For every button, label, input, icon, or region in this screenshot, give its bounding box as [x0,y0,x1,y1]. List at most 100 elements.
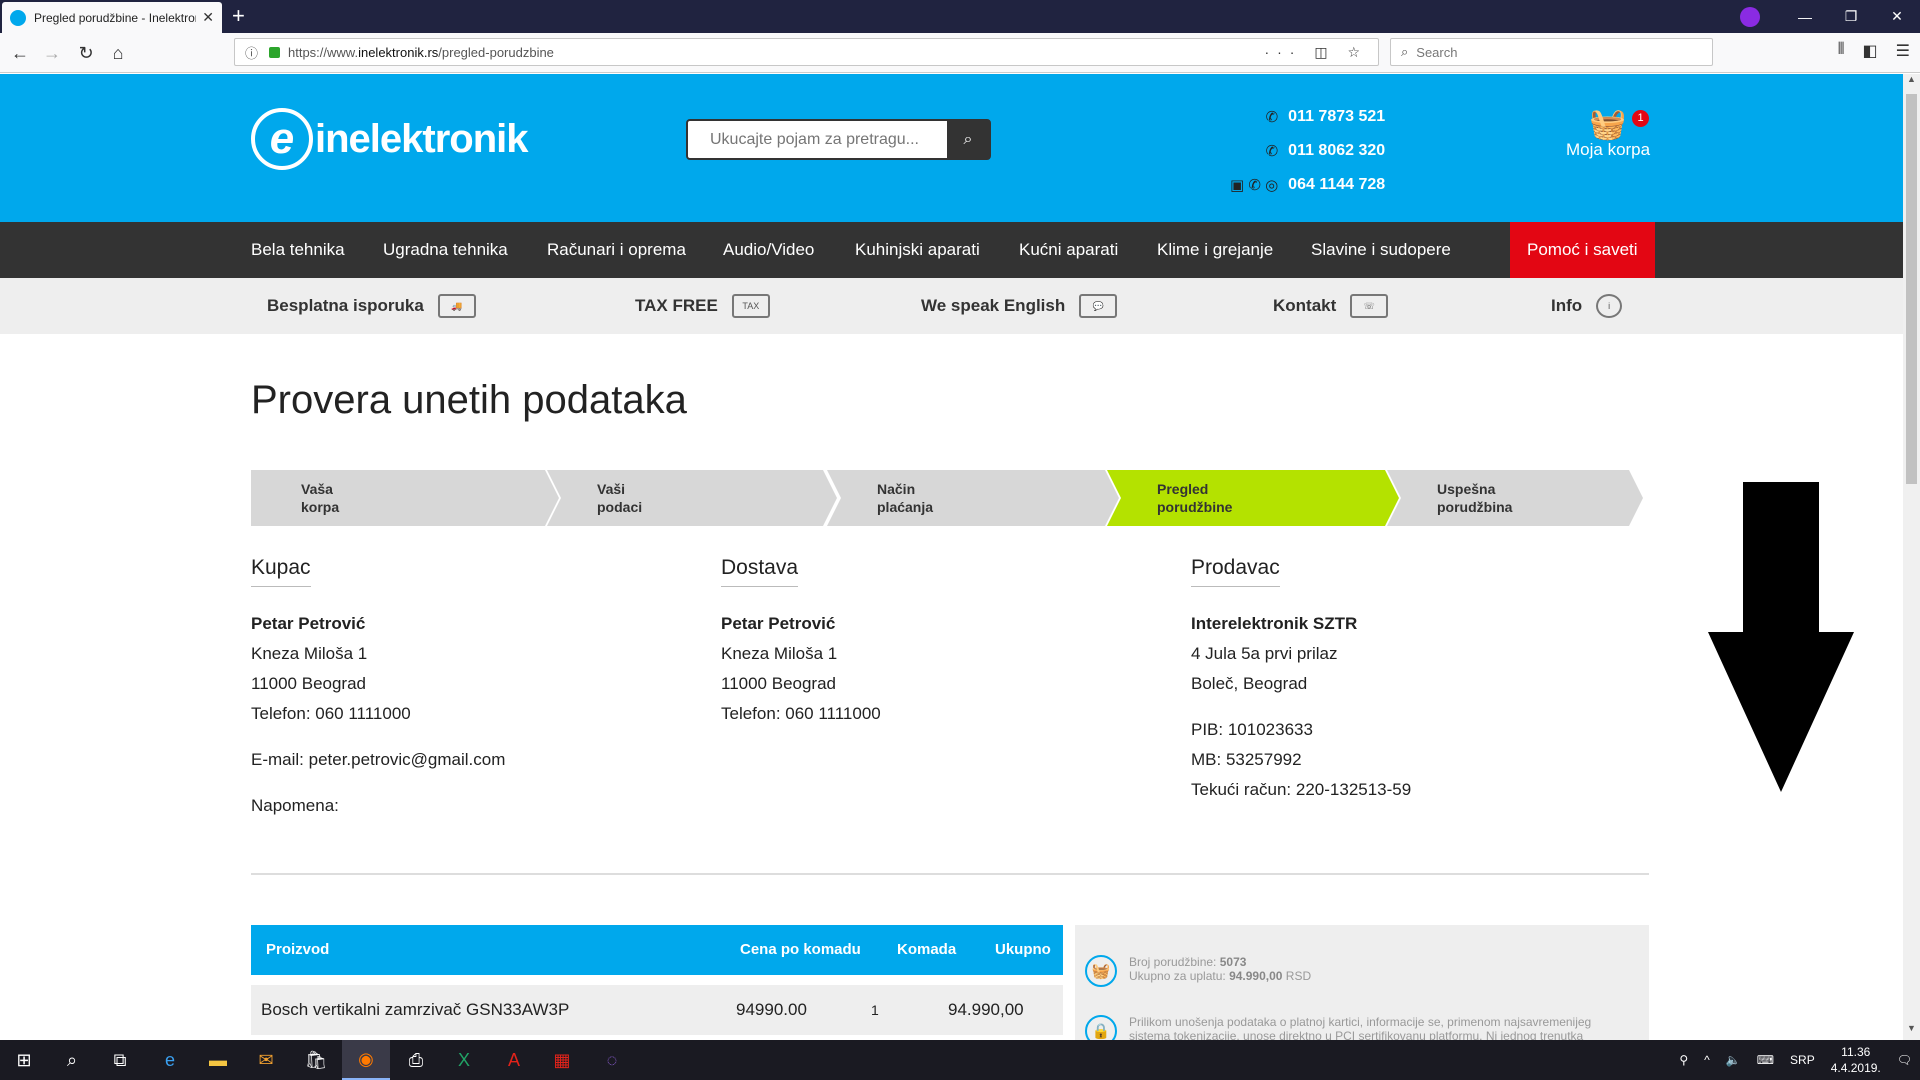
delivery-city: 11000 Beograd [721,674,837,693]
window-controls: — ❐ ✕ [1782,0,1920,33]
notifications-icon[interactable]: 🗨 [1897,1053,1912,1067]
seller-column: Prodavac Interelektronik SZTR 4 Jula 5a … [1191,556,1411,805]
order-number-row: Broj porudžbine: 5073 [1129,955,1311,969]
section-divider [251,873,1649,875]
step-label: korpa [301,499,340,515]
customer-street: Kneza Miloša 1 [251,644,368,663]
file-explorer-icon[interactable]: ▬ [194,1040,242,1080]
infobar-label: Besplatna isporuka [267,296,424,315]
customer-note: Napomena: [251,796,339,815]
seller-heading: Prodavac [1191,556,1280,587]
menu-icon[interactable]: ☰ [1896,41,1910,61]
start-windows-icon[interactable]: ⊞ [0,1040,48,1080]
page-scrollbar[interactable]: ▲ ▼ [1903,74,1920,1040]
new-tab-button[interactable]: + [232,4,245,28]
forward-icon[interactable]: → [40,41,64,65]
step-payment[interactable]: Način plaćanja [827,470,1119,526]
table-header: Proizvod Cena po komadu Komada Ukupno [251,925,1063,975]
site-search: ⌕ [686,119,991,160]
clock-date: 4.4.2019. [1830,1061,1881,1075]
store-icon[interactable]: 🛍 [292,1040,340,1080]
volume-icon[interactable]: 🔈 [1726,1053,1741,1067]
nav-item-slavine[interactable]: Slavine i sudopere [1311,222,1451,278]
free-delivery-link[interactable]: Besplatna isporuka 🚚 [267,278,476,334]
step-details[interactable]: Vaši podaci [547,470,837,526]
show-hidden-icons[interactable]: ^ [1704,1053,1710,1067]
nav-item-audio-video[interactable]: Audio/Video [723,222,814,278]
search-icon: ⌕ [1401,44,1409,59]
logo-e-icon: e [251,108,313,170]
library-icon[interactable]: ⫴ [1838,41,1845,61]
calculator-icon[interactable]: ▦ [538,1040,586,1080]
scroll-up-icon[interactable]: ▲ [1903,74,1920,91]
browser-search-input[interactable]: ⌕ Search [1390,38,1713,66]
nav-item-bela-tehnika[interactable]: Bela tehnika [251,222,345,278]
search-icon[interactable]: ⌕ [48,1040,96,1080]
info-icon[interactable]: ⓘ [245,43,258,62]
site-search-input[interactable] [688,121,947,158]
sidebar-icon[interactable]: ◧ [1863,41,1878,61]
url-bar[interactable]: ⓘ https://www.inelektronik.rs/pregled-po… [234,38,1379,66]
back-icon[interactable]: ← [8,41,32,65]
site-search-button[interactable]: ⌕ [947,121,989,158]
nav-item-racunari[interactable]: Računari i oprema [547,222,686,278]
phone-number[interactable]: 064 1144 728 [1288,176,1385,194]
nav-item-kucni-aparati[interactable]: Kućni aparati [1019,222,1118,278]
edge-icon[interactable]: e [146,1040,194,1080]
we-speak-english-link[interactable]: We speak English 💬 [921,278,1118,334]
tax-free-link[interactable]: TAX FREE TAX [635,278,770,334]
step-label: Pregled [1157,481,1209,497]
cart-button[interactable]: 🧺 1 Moja korpa [1566,110,1650,160]
scrollbar-thumb[interactable] [1906,94,1917,484]
clock[interactable]: 11.36 4.4.2019. [1831,1044,1881,1076]
phone-number[interactable]: 011 8062 320 [1288,142,1385,160]
step-label: Način [877,481,916,497]
minimize-icon[interactable]: — [1782,0,1828,33]
step-cart[interactable]: Vaša korpa [251,470,559,526]
scroll-down-icon[interactable]: ▼ [1903,1023,1920,1040]
col-unit-price: Cena po komadu [740,941,861,958]
site-logo[interactable]: e inelektronik [251,108,529,170]
close-tab-icon[interactable]: ✕ [202,9,214,26]
infobar-label: Info [1551,296,1583,315]
info-link[interactable]: Info i [1551,278,1623,334]
keyboard-icon[interactable]: ⌨ [1757,1053,1774,1067]
page-actions-icon[interactable]: ··· ◫ ☆ [1264,44,1368,61]
phone-number[interactable]: 011 7873 521 [1288,108,1385,126]
cart-label: Moja korpa [1566,140,1651,159]
nav-item-ugradna-tehnika[interactable]: Ugradna tehnika [383,222,508,278]
nav-item-klime[interactable]: Klime i grejanje [1157,222,1273,278]
delivery-column: Dostava Petar Petrović Kneza Miloša 1 11… [721,556,881,729]
restore-icon[interactable]: ❐ [1828,0,1874,33]
order-table: Proizvod Cena po komadu Komada Ukupno Bo… [251,925,1063,1035]
step-label: Vaša [301,481,333,497]
reload-icon[interactable]: ↻ [74,41,98,65]
excel-icon[interactable]: X [440,1040,488,1080]
nav-item-help[interactable]: Pomoć i saveti [1510,222,1655,278]
language-indicator[interactable]: SRP [1790,1053,1815,1067]
customer-city: 11000 Beograd [251,674,367,693]
browser-tab[interactable]: Pregled porudžbine - Inelektronik ✕ [2,2,222,33]
acrobat-icon[interactable]: A [490,1040,538,1080]
firefox-icon[interactable]: ◉ [342,1040,390,1080]
people-icon[interactable]: ⚲ [1679,1053,1688,1067]
row-total: 94.990,00 RSD [948,1000,1024,1019]
delivery-phone: Telefon: 060 1111000 [721,704,881,723]
printer-icon[interactable]: ⎙ [392,1040,440,1080]
contact-link[interactable]: Kontakt ☏ [1273,278,1389,334]
seller-account: Tekući račun: 220-132513-59 [1191,780,1412,799]
browser-tab-bar: Pregled porudžbine - Inelektronik ✕ + — … [0,0,1920,33]
browser-toolbar: ← → ↻ ⌂ ⓘ https://www.inelektronik.rs/pr… [0,33,1920,73]
outlook-icon[interactable]: ✉ [242,1040,290,1080]
delivery-name: Petar Petrović [721,614,836,633]
task-view-icon[interactable]: ⧉ [96,1040,144,1080]
phone-icon: ✆ [1265,143,1279,160]
url-text[interactable]: https://www.inelektronik.rs/pregled-poru… [288,45,1264,60]
customer-heading: Kupac [251,556,311,587]
home-icon[interactable]: ⌂ [106,41,130,65]
close-window-icon[interactable]: ✕ [1874,0,1920,33]
nav-item-kuhinjski-aparati[interactable]: Kuhinjski aparati [855,222,980,278]
padlock-icon: 🔒 [1085,1015,1117,1040]
step-label: plaćanja [877,499,934,515]
viber-icon[interactable]: ◌ [588,1040,636,1080]
